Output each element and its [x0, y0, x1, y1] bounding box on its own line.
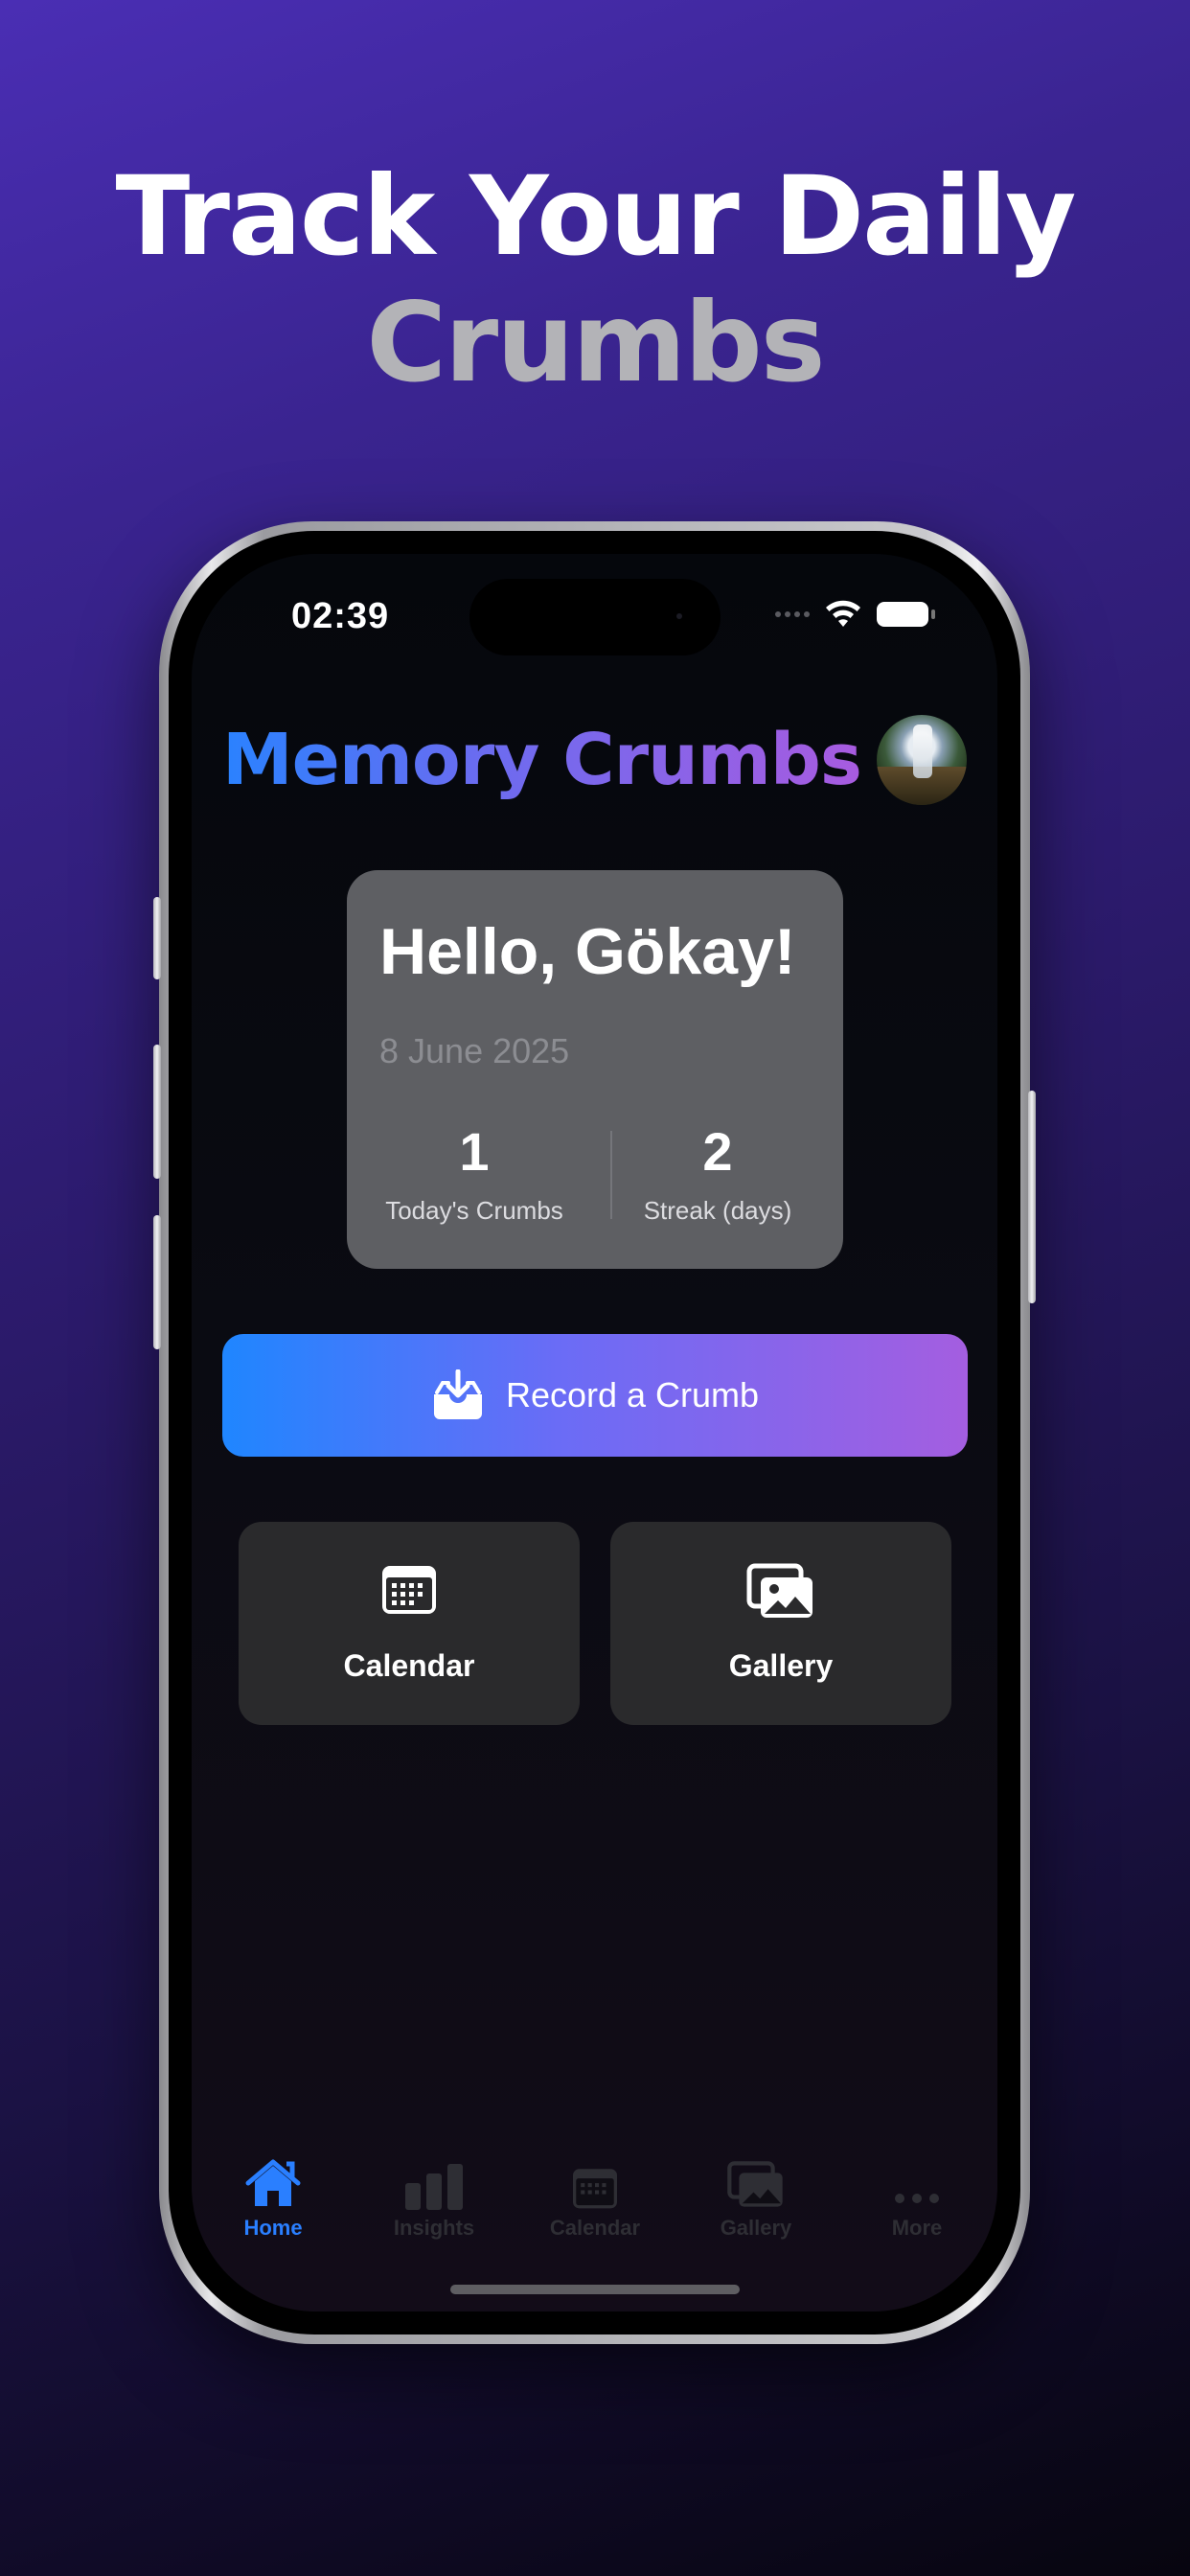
- dynamic-island: [469, 579, 721, 656]
- house-icon: [245, 2159, 301, 2206]
- phone-screen: 02:39 Memory Crumbs Hello, Gökay! 8 June…: [192, 554, 997, 2312]
- app-title: Memory Crumbs: [222, 719, 862, 801]
- headline-line-2: Crumbs: [366, 279, 825, 406]
- volume-up-button: [153, 1045, 161, 1179]
- action-button: [153, 897, 161, 979]
- calendar-icon: [573, 2169, 617, 2209]
- calendar-tile[interactable]: Calendar: [239, 1522, 580, 1725]
- bar-chart-icon: [405, 2164, 463, 2210]
- tab-calendar[interactable]: Calendar: [514, 2150, 676, 2241]
- stat-todays-crumbs: 1 Today's Crumbs: [355, 1121, 594, 1226]
- greeting-title: Hello, Gökay!: [379, 915, 796, 988]
- photo-stack-icon: [727, 2161, 783, 2207]
- record-button-label: Record a Crumb: [505, 1375, 760, 1414]
- gallery-tile-label: Gallery: [728, 1648, 834, 1683]
- stat-streak: 2 Streak (days): [598, 1121, 837, 1226]
- greeting-card: Hello, Gökay! 8 June 2025 1 Today's Crum…: [347, 870, 843, 1269]
- headline-line-1: Track Your Daily: [115, 152, 1077, 280]
- tab-label: Home: [243, 2216, 303, 2240]
- photo-stack-icon: [746, 1563, 812, 1618]
- status-icons: [775, 598, 935, 631]
- tab-label: More: [891, 2216, 943, 2240]
- stat-value: 2: [702, 1121, 733, 1182]
- volume-down-button: [153, 1215, 161, 1349]
- calendar-icon: [382, 1566, 436, 1614]
- ellipsis-icon: [895, 2194, 939, 2203]
- tab-label: Insights: [393, 2216, 475, 2240]
- tab-label: Calendar: [549, 2216, 641, 2240]
- gallery-tile[interactable]: Gallery: [610, 1522, 951, 1725]
- stat-label: Streak (days): [643, 1196, 792, 1225]
- tab-home[interactable]: Home: [192, 2150, 355, 2241]
- avatar[interactable]: [877, 715, 967, 805]
- tab-label: Gallery: [720, 2216, 792, 2240]
- battery-icon: [877, 602, 935, 627]
- greeting-date: 8 June 2025: [379, 1031, 570, 1070]
- tray-download-icon: [433, 1369, 482, 1419]
- tab-bar: Home Insights Calendar Gallery More: [192, 2150, 997, 2246]
- stat-label: Today's Crumbs: [385, 1196, 563, 1225]
- signal-icon: [775, 611, 810, 617]
- power-button: [1028, 1091, 1036, 1303]
- stat-value: 1: [459, 1121, 490, 1182]
- home-indicator[interactable]: [450, 2285, 740, 2294]
- wifi-icon: [826, 600, 860, 627]
- calendar-tile-label: Calendar: [343, 1648, 475, 1683]
- status-time: 02:39: [291, 596, 390, 636]
- record-crumb-button[interactable]: Record a Crumb: [222, 1334, 968, 1457]
- tab-insights[interactable]: Insights: [353, 2150, 515, 2241]
- tab-more[interactable]: More: [835, 2150, 997, 2241]
- marketing-headline: Track Your Daily Crumbs: [0, 153, 1190, 406]
- tab-gallery[interactable]: Gallery: [675, 2150, 837, 2241]
